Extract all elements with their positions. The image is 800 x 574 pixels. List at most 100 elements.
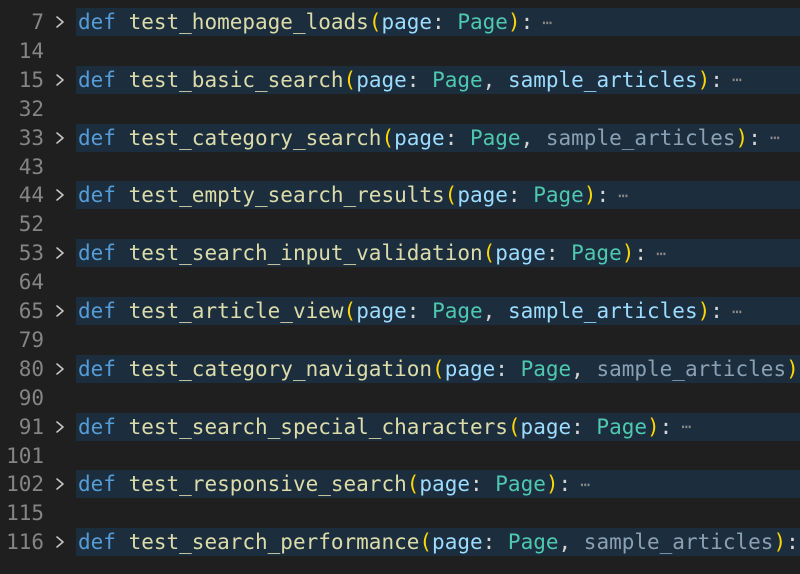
folded-region-end[interactable] — [76, 95, 800, 123]
folded-ellipsis-icon[interactable]: ⋯ — [767, 128, 781, 147]
open-paren: ( — [368, 10, 382, 34]
folded-ellipsis-icon[interactable]: ⋯ — [577, 475, 591, 494]
line-number: 80 — [18, 356, 44, 381]
keyword-def: def — [78, 356, 116, 381]
function-name: test_article_view — [128, 299, 344, 323]
type-annotation: Page — [470, 125, 521, 150]
parameter-name: page — [520, 414, 572, 439]
fold-chevron-right-icon[interactable] — [44, 420, 76, 434]
line-number: 52 — [18, 212, 44, 237]
close-paren: ) — [621, 241, 635, 266]
line-number: 33 — [18, 125, 44, 150]
colon: : — [406, 67, 433, 92]
line-number: 44 — [18, 183, 44, 208]
folded-region-end[interactable] — [76, 326, 800, 354]
folded-function-definition[interactable]: def test_basic_search(page: Page, sample… — [76, 65, 800, 94]
fold-chevron-right-icon[interactable] — [44, 535, 76, 549]
folded-region-end[interactable] — [76, 442, 800, 470]
folded-ellipsis-icon[interactable]: ⋯ — [615, 186, 629, 205]
parameter-name: page — [356, 299, 407, 323]
comma: , — [520, 125, 546, 150]
fold-chevron-right-icon[interactable] — [44, 246, 76, 260]
line-number: 116 — [6, 530, 44, 555]
comma: , — [482, 299, 508, 323]
code-editor[interactable]: 7 def test_homepage_loads(page: Page): ⋯ 14… — [0, 0, 800, 574]
fold-chevron-right-icon[interactable] — [44, 73, 76, 87]
folded-region-end[interactable] — [76, 268, 800, 296]
folded-ellipsis-icon[interactable]: ⋯ — [729, 70, 743, 89]
editor-line: 7 def test_homepage_loads(page: Page): ⋯ — [0, 8, 800, 36]
editor-line: 116 def test_search_performance(page: Pag… — [0, 528, 800, 557]
function-name: test_search_performance — [128, 530, 420, 555]
editor-line: 52 — [0, 210, 800, 238]
fold-chevron-right-icon[interactable] — [44, 304, 76, 318]
folded-region-end[interactable] — [76, 499, 800, 527]
fold-chevron-right-icon[interactable] — [44, 362, 76, 376]
folded-ellipsis-icon[interactable]: ⋯ — [653, 244, 667, 263]
editor-line: 64 — [0, 268, 800, 296]
open-paren: ( — [343, 299, 357, 323]
editor-line: 79 — [0, 326, 800, 354]
close-paren: ) — [697, 67, 711, 92]
keyword-def: def — [78, 299, 116, 323]
open-paren: ( — [432, 356, 445, 381]
keyword-def: def — [78, 125, 116, 150]
folded-function-definition[interactable]: def test_category_search(page: Page, sam… — [76, 123, 800, 152]
editor-line: 14 — [0, 37, 800, 65]
fold-chevron-right-icon[interactable] — [44, 188, 76, 202]
type-annotation: Page — [432, 299, 483, 323]
colon: : — [482, 530, 508, 555]
keyword-def: def — [78, 472, 116, 497]
colon: : — [710, 299, 723, 323]
colon: : — [495, 356, 521, 381]
type-annotation: Page — [432, 67, 483, 92]
colon: : — [520, 10, 534, 34]
fold-chevron-right-icon[interactable] — [44, 15, 76, 29]
folded-function-definition[interactable]: def test_search_performance(page: Page, … — [76, 528, 800, 557]
folded-region-end[interactable] — [76, 210, 800, 238]
parameter-name: page — [394, 125, 445, 150]
colon: : — [710, 67, 723, 92]
line-number: 115 — [6, 501, 44, 526]
folded-function-definition[interactable]: def test_article_view(page: Page, sample… — [76, 297, 800, 325]
open-paren: ( — [419, 530, 433, 555]
close-paren: ) — [507, 10, 521, 34]
parameter-name: page — [356, 67, 407, 92]
type-annotation: Page — [533, 183, 584, 208]
folded-region-end[interactable] — [76, 153, 800, 181]
keyword-def: def — [78, 183, 116, 208]
folded-region-end[interactable] — [76, 384, 800, 412]
fold-chevron-right-icon[interactable] — [44, 131, 76, 145]
type-annotation: Page — [457, 10, 508, 34]
editor-line: 44 def test_empty_search_results(page: Pa… — [0, 181, 800, 210]
type-annotation: Page — [507, 530, 559, 555]
folded-region-end[interactable] — [76, 37, 800, 65]
folded-function-definition[interactable]: def test_responsive_search(page: Page): ⋯ — [76, 470, 800, 499]
colon: : — [558, 472, 572, 497]
folded-ellipsis-icon[interactable]: ⋯ — [678, 417, 692, 436]
close-paren: ) — [786, 356, 799, 381]
folded-function-definition[interactable]: def test_search_special_characters(page:… — [76, 412, 800, 441]
parameter-name: page — [495, 241, 546, 266]
folded-function-definition[interactable]: def test_search_input_validation(page: P… — [76, 239, 800, 268]
editor-line: 15 def test_basic_search(page: Page, samp… — [0, 65, 800, 94]
folded-function-definition[interactable]: def test_category_navigation(page: Page,… — [76, 354, 800, 383]
function-name: test_search_input_validation — [128, 241, 483, 266]
line-number: 90 — [18, 385, 44, 410]
line-number: 101 — [6, 443, 44, 468]
fold-chevron-right-icon[interactable] — [44, 477, 76, 491]
open-paren: ( — [444, 183, 458, 208]
line-number: 14 — [18, 38, 44, 63]
editor-line: 43 — [0, 153, 800, 181]
folded-function-definition[interactable]: def test_empty_search_results(page: Page… — [76, 181, 800, 210]
folded-ellipsis-icon[interactable]: ⋯ — [539, 13, 553, 32]
colon: : — [444, 125, 470, 150]
folded-ellipsis-icon[interactable]: ⋯ — [729, 302, 743, 321]
folded-function-definition[interactable]: def test_homepage_loads(page: Page): ⋯ — [76, 8, 800, 36]
line-number: 32 — [18, 96, 44, 121]
colon: : — [786, 530, 799, 555]
